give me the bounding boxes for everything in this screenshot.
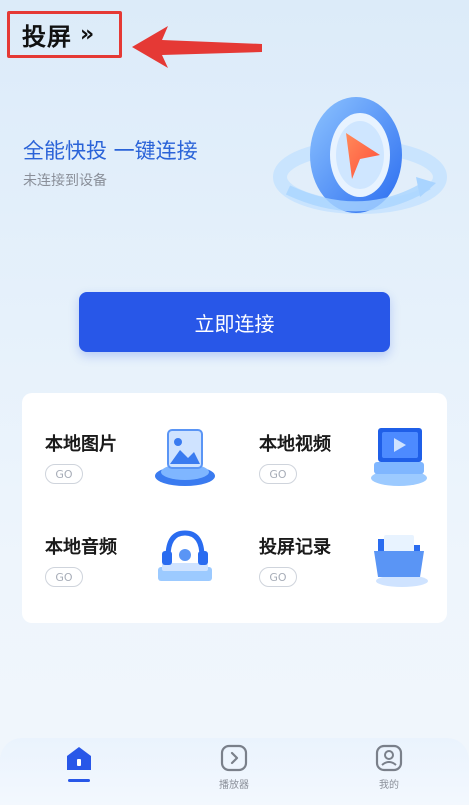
profile-icon <box>375 744 403 772</box>
feature-label: 本地视频 <box>259 434 331 455</box>
tab-label: 我的 <box>379 780 399 791</box>
cast-illustration-icon <box>273 97 447 214</box>
hero-title: 全能快投 一键连接 <box>23 139 198 163</box>
headphones-icon <box>158 530 212 581</box>
tab-home[interactable] <box>34 743 124 803</box>
tab-label: 播放器 <box>219 780 249 791</box>
go-button[interactable]: GO <box>45 567 83 587</box>
page-title: 投屏 <box>22 23 72 51</box>
feature-label: 本地音频 <box>45 537 117 558</box>
features-card: 本地图片 GO 本地视频 GO 本地音频 GO 投屏记录 GO <box>22 393 447 623</box>
feature-local-videos[interactable]: 本地视频 GO <box>259 428 459 530</box>
bottom-tab-bar: 播放器 我的 <box>0 738 469 805</box>
player-icon <box>220 744 248 772</box>
home-icon <box>67 747 91 770</box>
active-tab-indicator <box>68 779 90 782</box>
chevron-right-icon[interactable]: ›› <box>80 22 94 47</box>
video-icon <box>371 428 427 486</box>
feature-local-audio[interactable]: 本地音频 GO <box>45 530 245 633</box>
annotation-arrow-icon <box>132 26 262 68</box>
tab-player[interactable]: 播放器 <box>189 743 279 803</box>
feature-cast-history[interactable]: 投屏记录 GO <box>259 533 459 633</box>
folder-icon <box>374 535 428 587</box>
tab-profile[interactable]: 我的 <box>344 743 434 803</box>
go-button[interactable]: GO <box>45 464 83 484</box>
header-highlight-box: 投屏 ›› <box>7 11 122 58</box>
connection-status: 未连接到设备 <box>23 173 107 189</box>
go-button[interactable]: GO <box>259 464 297 484</box>
go-button[interactable]: GO <box>259 567 297 587</box>
feature-label: 投屏记录 <box>259 537 331 558</box>
feature-local-images[interactable]: 本地图片 GO <box>45 429 245 530</box>
connect-now-button[interactable]: 立即连接 <box>79 292 390 352</box>
feature-label: 本地图片 <box>45 434 117 455</box>
image-icon <box>155 429 215 486</box>
